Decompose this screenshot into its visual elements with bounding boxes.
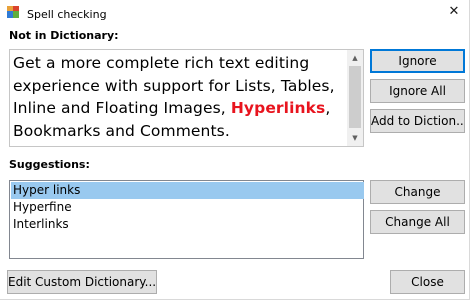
suggestion-item-selected[interactable]: Hyper links [11,182,364,199]
close-icon[interactable]: ✕ [446,4,462,20]
scroll-down-icon[interactable]: ▼ [347,130,363,146]
suggestions-label: Suggestions: [9,158,90,171]
app-icon [7,6,19,18]
close-button[interactable]: Close [390,270,465,294]
add-to-dictionary-button[interactable]: Add to Diction... [370,109,465,133]
scrollbar-thumb[interactable] [349,66,361,128]
vertical-scrollbar[interactable]: ▲ ▼ [347,50,363,146]
sentence-line-part: Inline and Floating Images, [13,99,231,117]
sentence-line: Get a more complete rich text editing [13,54,310,72]
not-in-dictionary-label: Not in Dictionary: [9,29,119,42]
suggestion-item[interactable]: Interlinks [11,216,364,233]
suggestions-list[interactable]: Hyper links Hyperfine Interlinks [9,180,364,259]
sentence-line: experience with support for Lists, Table… [13,76,335,95]
edit-custom-dictionary-button[interactable]: Edit Custom Dictionary... [7,270,157,294]
sentence-line-part: , [325,99,331,117]
not-in-dictionary-textbox[interactable]: Get a more complete rich text editing ex… [9,49,364,147]
spell-checking-dialog: Spell checking ✕ Not in Dictionary: Get … [0,0,470,300]
sentence-text: Get a more complete rich text editing ex… [13,52,347,142]
ignore-all-button[interactable]: Ignore All [370,79,465,103]
sentence-line: Bookmarks and Comments. [13,121,230,140]
window-title: Spell checking [27,8,107,21]
ignore-button[interactable]: Ignore [370,49,465,73]
suggestion-item[interactable]: Hyperfine [11,199,364,216]
misspelled-word: Hyperlinks [230,99,326,117]
change-button[interactable]: Change [370,180,465,204]
change-all-button[interactable]: Change All [370,210,465,234]
scroll-up-icon[interactable]: ▲ [347,50,363,66]
sentence-line: Inline and Floating Images, Hyperlinks, [13,97,347,120]
title-bar: Spell checking ✕ [0,0,469,24]
